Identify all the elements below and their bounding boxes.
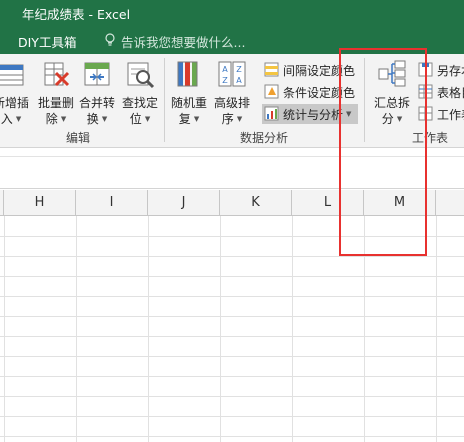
grid-column-line [148,216,149,442]
chevron-down-icon: ▼ [346,110,352,118]
formula-bar-area [0,149,464,189]
merge-convert-button[interactable]: 合并转 换 ▼ [77,56,117,126]
summary-split-label-2: 分 [381,112,394,126]
grid-row-line [0,336,464,337]
edit-group-label: 编辑 [66,131,91,145]
grid-row-line [0,396,464,397]
sheet-group-label: 工作表 [412,131,449,145]
grid-row-line [0,416,464,417]
random-repeat-label-2: 复 [178,112,191,126]
find-locate-label-1: 查找定 [121,96,158,110]
save-as-icon [418,62,433,77]
grid-row-line [0,356,464,357]
statistics-analysis-icon [264,106,279,121]
column-header-h[interactable]: H [4,190,76,216]
svg-text:A: A [236,76,242,85]
window-title: 年纪成绩表 - Excel [22,7,131,22]
save-as-button[interactable]: 另存本 [418,60,464,80]
worksheet-button[interactable]: 工作表 [418,104,464,124]
chevron-down-icon: ▼ [144,115,151,123]
merge-convert-label-1: 合并转 [78,96,115,110]
chevron-down-icon: ▼ [60,115,67,123]
random-repeat-icon [177,61,198,87]
advanced-sort-label-1: 高级排 [213,96,250,110]
svg-text:Z: Z [222,76,228,85]
batch-delete-button[interactable]: 批量删 除 ▼ [36,56,76,126]
table-directory-label: 表格目 [437,86,464,100]
grid-row-line [0,236,464,237]
group-separator [164,58,165,142]
lightbulb-icon [105,33,115,46]
ribbon-tab-bar: DIY工具箱 告诉我您想要做什么... [0,24,464,54]
grid-column-line [76,216,77,442]
insert-rows-label-1: 新增插 [0,96,29,110]
advanced-sort-label-2: 序 [221,112,234,126]
interval-color-button[interactable]: 间隔设定颜色 [264,60,360,80]
advanced-sort-button[interactable]: A Z Z A 高级排 序 ▼ [210,56,254,126]
worksheet-label: 工作表 [437,108,464,122]
grid-column-line [292,216,293,442]
analysis-group-label: 数据分析 [240,131,289,145]
grid-column-line [436,216,437,442]
condition-color-icon [264,84,279,99]
interval-color-label: 间隔设定颜色 [283,64,356,78]
column-header-partial [436,190,464,216]
svg-text:Z: Z [236,65,242,74]
grid-column-line [4,216,5,442]
column-header-m[interactable]: M [364,190,436,216]
title-bar: 年纪成绩表 - Excel [0,0,464,24]
tell-me-placeholder: 告诉我您想要做什么... [121,35,246,50]
table-directory-button[interactable]: 表格目 [418,82,464,102]
batch-delete-label-2: 除 [45,112,58,126]
batch-delete-icon [44,62,70,87]
save-as-label: 另存本 [437,64,464,78]
summary-split-icon [378,60,406,87]
summary-split-label-1: 汇总拆 [373,96,410,110]
svg-text:A: A [222,65,228,74]
column-header-k[interactable]: K [220,190,292,216]
grid-row-line [0,276,464,277]
formula-bar-divider [0,156,464,157]
column-header-row: H I J K L M [0,190,464,216]
chevron-down-icon: ▼ [101,115,108,123]
statistics-analysis-label: 统计与分析 [283,108,344,122]
grid-row-line [0,376,464,377]
summary-split-button[interactable]: 汇总拆 分 ▼ [370,56,414,126]
insert-rows-label-2: 入 [0,112,13,126]
worksheet-grid[interactable] [0,216,464,442]
chevron-down-icon: ▼ [396,115,403,123]
chevron-down-icon: ▼ [193,115,200,123]
condition-color-label: 条件设定颜色 [283,86,356,100]
chevron-down-icon: ▼ [15,115,22,123]
grid-column-line [220,216,221,442]
grid-row-line [0,316,464,317]
merge-convert-label-2: 换 [86,112,99,126]
grid-row-line [0,436,464,437]
random-repeat-label-1: 随机重 [170,96,207,110]
table-directory-icon [418,84,433,99]
group-separator [364,58,365,142]
insert-rows-icon [0,64,24,86]
column-header-j[interactable]: J [148,190,220,216]
grid-row-line [0,296,464,297]
find-locate-icon [127,62,155,89]
ribbon-panel: 新增插 入▼ 批量删 除▼ 合并转 换▼ [0,54,464,148]
insert-rows-button[interactable]: 新增插 入▼ [0,56,36,126]
worksheet-icon [418,106,433,121]
column-header-i[interactable]: I [76,190,148,216]
random-repeat-button[interactable]: 随机重 复 ▼ [168,56,210,126]
chevron-down-icon: ▼ [236,115,243,123]
find-locate-label-2: 位 [129,112,142,126]
find-locate-button[interactable]: 查找定 位 ▼ [118,56,162,126]
column-header-l[interactable]: L [292,190,364,216]
advanced-sort-icon: A Z Z A [218,61,246,87]
condition-color-button[interactable]: 条件设定颜色 [264,82,360,102]
tab-diy-toolbox[interactable]: DIY工具箱 [18,32,76,51]
grid-row-line [0,256,464,257]
batch-delete-label-1: 批量删 [37,96,74,110]
merge-convert-icon [84,62,110,86]
statistics-analysis-button[interactable]: 统计与分析 ▼ [262,104,358,124]
grid-column-line [364,216,365,442]
interval-color-icon [264,62,279,77]
